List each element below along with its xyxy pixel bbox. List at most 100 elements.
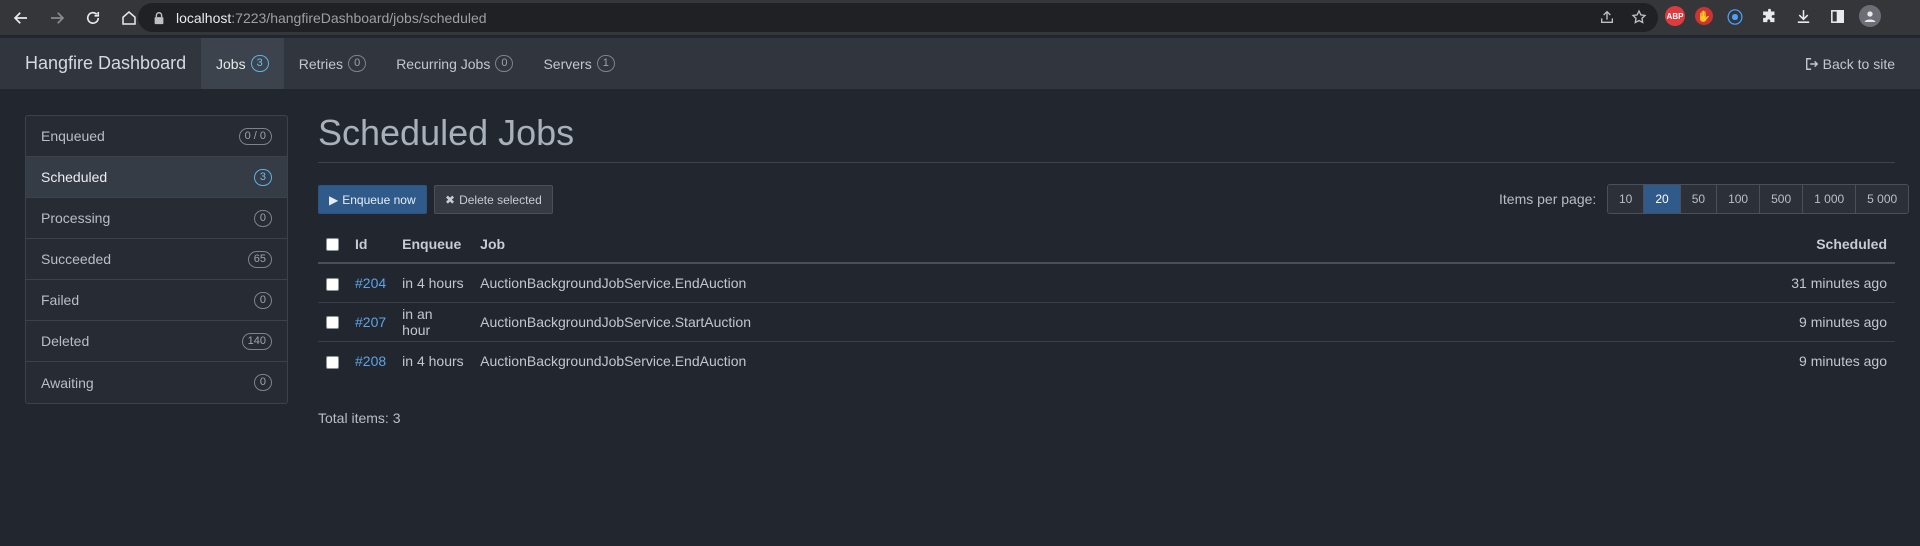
sidebar-item-deleted[interactable]: Deleted 140 [26,321,287,362]
brand-title[interactable]: Hangfire Dashboard [0,53,201,74]
close-icon: ✖ [445,192,456,207]
table-row: #208 in 4 hours AuctionBackgroundJobServ… [318,341,1895,380]
reload-icon[interactable] [78,3,108,33]
page-size-selector: 10 20 50 100 500 1 000 5 000 [1607,184,1910,214]
sidebar-item-label: Scheduled [41,169,108,185]
row-checkbox[interactable] [326,355,339,369]
url-path: :7223/hangfireDashboard/jobs/scheduled [231,9,487,26]
scheduled-cell: 9 minutes ago [1496,302,1895,342]
row-checkbox[interactable] [326,277,339,291]
nav-recurring-jobs[interactable]: Recurring Jobs 0 [381,38,528,89]
sidebar-count-badge: 0 [253,374,272,391]
select-all-checkbox[interactable] [326,238,339,252]
delete-selected-button[interactable]: ✖ Delete selected [434,185,553,214]
enqueue-now-button[interactable]: ▶ Enqueue now [318,185,427,214]
back-to-site-link[interactable]: Back to site [1805,38,1895,89]
job-id-link[interactable]: #208 [355,353,386,369]
delete-selected-label: Delete selected [459,192,542,207]
page-size-500[interactable]: 500 [1760,185,1804,213]
column-header-id[interactable]: Id [347,225,395,264]
nav-retries[interactable]: Retries 0 [284,38,381,89]
row-checkbox[interactable] [326,316,339,330]
nav-jobs[interactable]: Jobs 3 [201,38,284,89]
share-icon[interactable] [1598,8,1616,26]
sidebar-count-badge: 0 [253,291,272,309]
address-bar[interactable]: localhost:7223/hangfireDashboard/jobs/sc… [138,3,1658,32]
sidebar-item-succeeded[interactable]: Succeeded 65 [26,239,287,280]
job-id-link[interactable]: #207 [355,314,386,330]
page-size-50[interactable]: 50 [1680,185,1718,213]
url-host: localhost [176,9,232,26]
table-row: #207 in an hour AuctionBackgroundJobServ… [318,302,1895,342]
jobs-count-badge: 3 [250,55,269,72]
table-header-row: Id Enqueue Job Scheduled [318,225,1895,264]
sign-out-icon [1805,57,1819,71]
select-all-cell [318,225,347,264]
nav-servers[interactable]: Servers 1 [528,38,629,89]
nav-recurring-label: Recurring Jobs [396,55,491,72]
row-select-cell [318,302,347,342]
sidebar-item-awaiting[interactable]: Awaiting 0 [26,362,287,403]
recurring-count-badge: 0 [495,55,514,72]
forward-arrow-icon[interactable] [42,3,72,33]
wave-icon[interactable]: ⦿ [1723,4,1747,28]
browser-toolbar: localhost:7223/hangfireDashboard/jobs/sc… [0,0,1920,35]
nav-retries-label: Retries [298,55,344,72]
job-name-cell: AuctionBackgroundJobService.EndAuction [480,352,747,369]
title-divider [318,162,1895,163]
hand-icon[interactable]: ✋ [1695,7,1713,25]
puzzle-icon[interactable] [1757,4,1781,28]
sidebar-item-label: Succeeded [41,251,112,267]
nav-jobs-label: Jobs [216,55,246,72]
table-row: #204 in 4 hours AuctionBackgroundJobServ… [318,263,1895,303]
sidebar-item-failed[interactable]: Failed 0 [26,280,287,321]
download-icon[interactable] [1791,4,1815,28]
page-size-20[interactable]: 20 [1644,185,1681,213]
sidebar-item-scheduled[interactable]: Scheduled 3 [26,157,287,198]
column-header-scheduled[interactable]: Scheduled [1496,225,1895,264]
scheduled-cell: 31 minutes ago [1496,263,1895,303]
sidebar-count-badge: 140 [241,332,272,350]
play-icon: ▶ [329,192,339,207]
column-header-job[interactable]: Job [472,225,1497,264]
sidebar-item-label: Awaiting [41,374,94,391]
row-select-cell [318,341,347,380]
job-name-cell: AuctionBackgroundJobService.StartAuction [472,302,1497,342]
job-name-cell: AuctionBackgroundJobService.EndAuction [472,263,1497,303]
retries-count-badge: 0 [348,55,367,72]
enqueue-cell: in 4 hours [402,352,464,369]
sidepanel-icon[interactable] [1825,4,1849,28]
sidebar-item-processing[interactable]: Processing 0 [26,198,287,239]
job-id-cell: #208 [347,341,394,380]
avatar-icon[interactable] [1859,5,1881,27]
enqueue-cell: in 4 hours [394,263,473,303]
lock-icon [152,11,166,25]
column-header-enqueue[interactable]: Enqueue [394,225,473,264]
page-size-1000[interactable]: 1 000 [1803,185,1857,213]
back-to-site-label: Back to site [1822,55,1895,72]
bookmark-star-icon[interactable] [1630,8,1648,26]
job-id-link[interactable]: #204 [355,275,386,291]
row-select-cell [318,263,347,303]
scheduled-cell: 9 minutes ago [1799,352,1887,369]
sidebar-item-label: Enqueued [41,128,105,144]
sidebar-item-label: Processing [41,210,111,226]
job-id-cell: #207 [347,302,395,342]
jobs-sidebar: Enqueued 0 / 0 Scheduled 3 Processing 0 … [25,115,288,404]
page-size-100[interactable]: 100 [1717,185,1761,213]
enqueue-cell: in an hour [394,302,473,342]
adblock-icon[interactable]: ABP [1665,6,1685,26]
page-title: Scheduled Jobs [318,112,575,153]
page-size-10[interactable]: 10 [1608,185,1645,213]
sidebar-item-enqueued[interactable]: Enqueued 0 / 0 [26,116,287,157]
page-size-5000[interactable]: 5 000 [1856,185,1909,213]
sidebar-count-badge: 3 [253,168,272,186]
sidebar-item-label: Deleted [41,333,90,349]
jobs-table: Id Enqueue Job Scheduled #204 in 4 hours… [318,225,1895,380]
sidebar-item-label: Failed [41,292,80,308]
sidebar-count-badge: 65 [247,250,272,268]
top-navbar: Hangfire Dashboard Jobs 3 Retries 0 Recu… [0,38,1920,89]
sidebar-count-badge: 0 / 0 [238,127,272,145]
back-arrow-icon[interactable] [6,3,36,33]
servers-count-badge: 1 [596,55,615,72]
